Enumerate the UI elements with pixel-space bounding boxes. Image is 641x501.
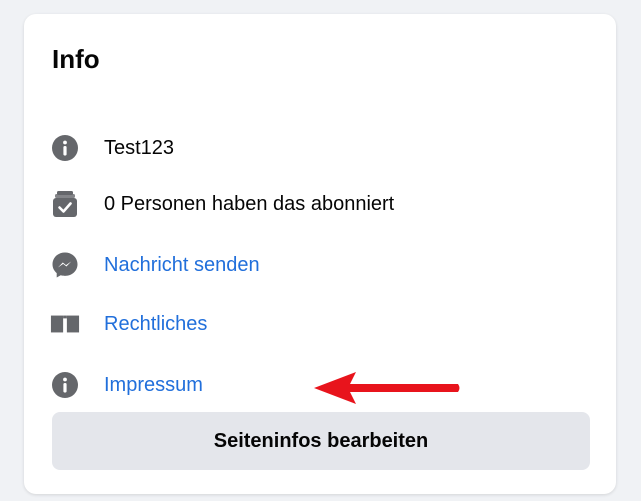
imprint-link[interactable]: Impressum [104,374,203,397]
info-row-legal[interactable]: Rechtliches [50,306,207,342]
info-icon [50,133,80,163]
info-row-subscribers: 0 Personen haben das abonniert [50,186,394,222]
info-card: Info Test123 0 Personen haben das abonni… [24,14,616,494]
messenger-icon [50,250,80,280]
info-row-label: Test123 [104,136,175,159]
info-icon [50,370,80,400]
edit-page-info-button[interactable]: Seiteninfos bearbeiten [52,412,590,470]
info-row-imprint[interactable]: Impressum [50,367,203,403]
info-row-name: Test123 [50,130,174,166]
red-arrow-icon [314,372,460,404]
subscribe-check-icon [50,189,80,219]
send-message-link[interactable]: Nachricht senden [104,254,260,277]
legal-link[interactable]: Rechtliches [104,313,207,336]
card-title: Info [52,44,100,74]
info-row-message[interactable]: Nachricht senden [50,247,260,283]
book-icon [50,309,80,339]
subscribers-label: 0 Personen haben das abonniert [104,192,395,215]
